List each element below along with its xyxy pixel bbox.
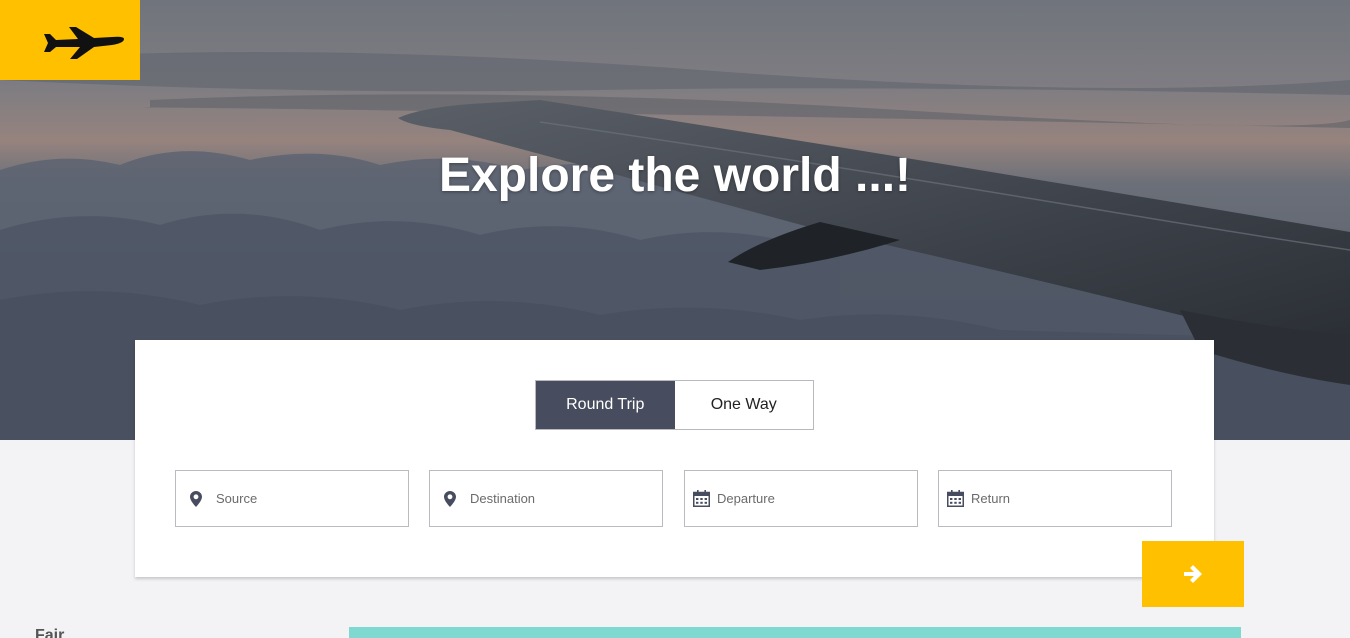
return-input[interactable] bbox=[971, 491, 1151, 506]
search-submit-button[interactable] bbox=[1142, 541, 1244, 607]
one-way-tab[interactable]: One Way bbox=[674, 381, 813, 429]
arrow-right-icon bbox=[1184, 565, 1202, 583]
map-pin-icon bbox=[176, 471, 216, 526]
departure-field[interactable] bbox=[684, 470, 918, 527]
trip-type-toggle: Round Trip One Way bbox=[535, 380, 814, 430]
logo[interactable] bbox=[0, 0, 140, 80]
calendar-icon bbox=[685, 471, 717, 526]
source-field[interactable] bbox=[175, 470, 409, 527]
fare-banner-strip bbox=[349, 627, 1241, 638]
source-input[interactable] bbox=[216, 491, 396, 506]
destination-field[interactable] bbox=[429, 470, 663, 527]
destination-input[interactable] bbox=[470, 491, 650, 506]
departure-input[interactable] bbox=[717, 491, 897, 506]
hero-headline: Explore the world ...! bbox=[438, 149, 912, 202]
calendar-icon bbox=[939, 471, 971, 526]
fair-section-label: Fair bbox=[35, 627, 65, 638]
return-field[interactable] bbox=[938, 470, 1172, 527]
map-pin-icon bbox=[430, 471, 470, 526]
round-trip-tab[interactable]: Round Trip bbox=[536, 381, 675, 429]
search-panel: Round Trip One Way bbox=[135, 340, 1214, 577]
airplane-icon bbox=[44, 27, 124, 59]
